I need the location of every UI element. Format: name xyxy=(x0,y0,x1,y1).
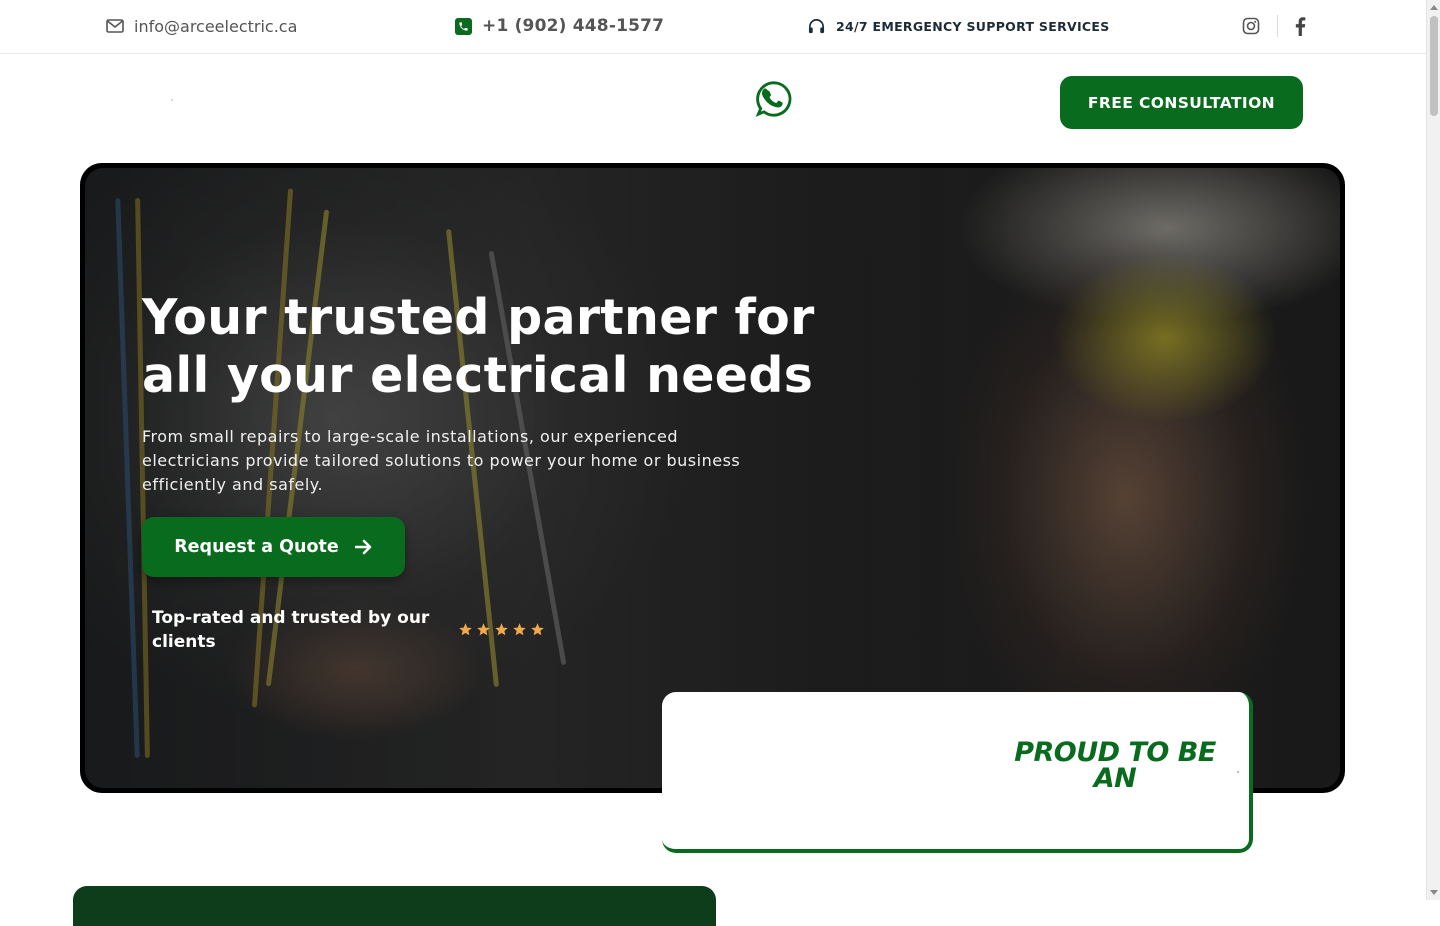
scroll-up-arrow[interactable] xyxy=(1430,5,1438,10)
headset-icon xyxy=(808,18,825,33)
rating-text: Top-rated and trusted by our clients xyxy=(152,608,430,652)
request-quote-label: Request a Quote xyxy=(174,537,339,557)
scroll-thumb[interactable] xyxy=(1430,16,1438,116)
instagram-icon[interactable] xyxy=(1242,17,1260,35)
free-consultation-button[interactable]: FREE CONSULTATION xyxy=(1060,76,1303,129)
phone-icon xyxy=(455,17,472,35)
site-logo[interactable] xyxy=(171,99,173,101)
request-quote-button[interactable]: Request a Quote xyxy=(142,517,405,577)
email-text: info@arceelectric.ca xyxy=(134,16,298,36)
social-divider xyxy=(1277,15,1278,37)
phone-text: +1 (902) 448-1577 xyxy=(482,16,665,36)
next-section-panel xyxy=(73,886,716,926)
star-icon xyxy=(477,623,490,636)
star-icon xyxy=(459,623,472,636)
star-icon xyxy=(513,623,526,636)
hero-description: From small repairs to large-scale instal… xyxy=(142,427,741,494)
proud-card: PROUD TO BE AN xyxy=(662,692,1253,853)
proud-heading: PROUD TO BE AN xyxy=(1014,737,1216,794)
arrow-right-icon xyxy=(354,539,372,555)
phone-link[interactable]: +1 (902) 448-1577 xyxy=(455,0,664,52)
proud-badge-image xyxy=(1237,771,1239,773)
top-bar: info@arceelectric.ca +1 (902) 448-1577 2… xyxy=(0,0,1426,54)
support-text: 24/7 EMERGENCY SUPPORT SERVICES xyxy=(836,18,1110,34)
emergency-support: 24/7 EMERGENCY SUPPORT SERVICES xyxy=(807,0,1110,52)
scroll-down-arrow[interactable] xyxy=(1430,890,1438,895)
email-link[interactable]: info@arceelectric.ca xyxy=(106,0,297,52)
star-icon xyxy=(531,623,544,636)
star-rating xyxy=(458,622,545,637)
page-scrollbar[interactable] xyxy=(1426,0,1440,900)
facebook-icon[interactable] xyxy=(1294,16,1306,36)
whatsapp-icon[interactable] xyxy=(755,80,793,118)
mail-icon xyxy=(106,19,124,33)
social-links xyxy=(1242,0,1306,52)
hero-title: Your trusted partner for all your electr… xyxy=(142,289,815,404)
star-icon xyxy=(495,623,508,636)
